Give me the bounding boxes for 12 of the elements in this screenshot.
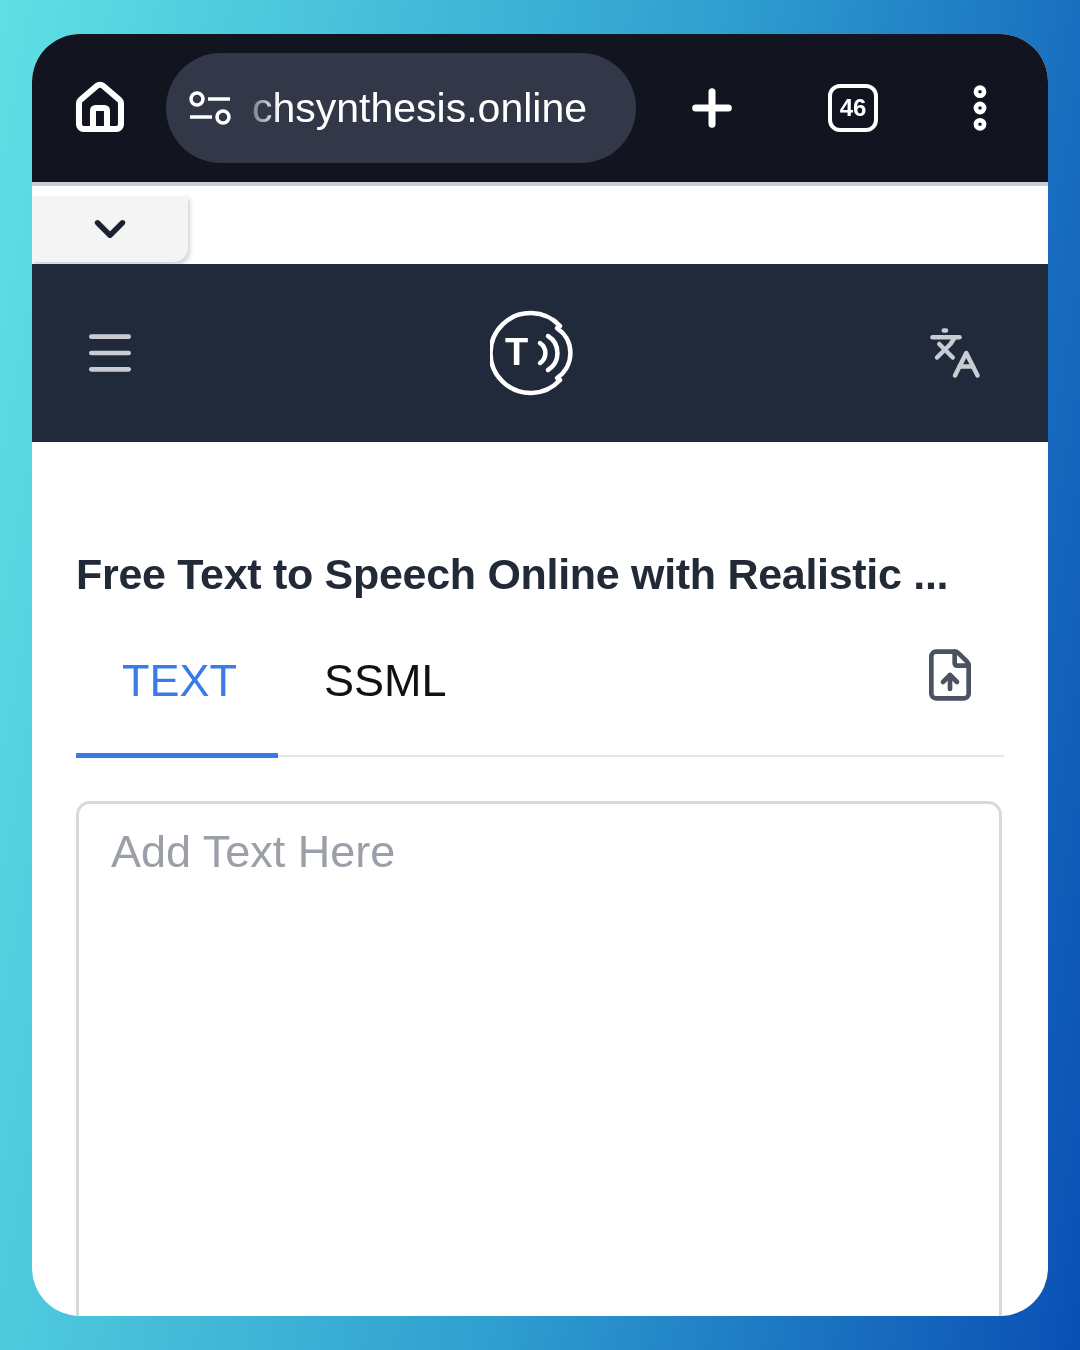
address-bar[interactable]: chsynthesis.online — [166, 53, 636, 163]
site-settings-icon[interactable] — [188, 90, 232, 126]
url-text: chsynthesis.online — [252, 84, 588, 132]
tab[interactable]: SSML — [278, 641, 480, 758]
collapse-button[interactable] — [32, 196, 188, 262]
text-input-field[interactable]: Add Text Here — [76, 801, 1002, 1316]
logo-icon — [490, 310, 576, 396]
tab-count-button[interactable]: 46 — [828, 84, 878, 132]
tab[interactable]: TEXT — [76, 641, 278, 758]
translate-icon[interactable] — [928, 326, 982, 380]
logo-letter: T — [505, 330, 529, 374]
page-title: Free Text to Speech Online with Realistic ... — [76, 550, 950, 599]
